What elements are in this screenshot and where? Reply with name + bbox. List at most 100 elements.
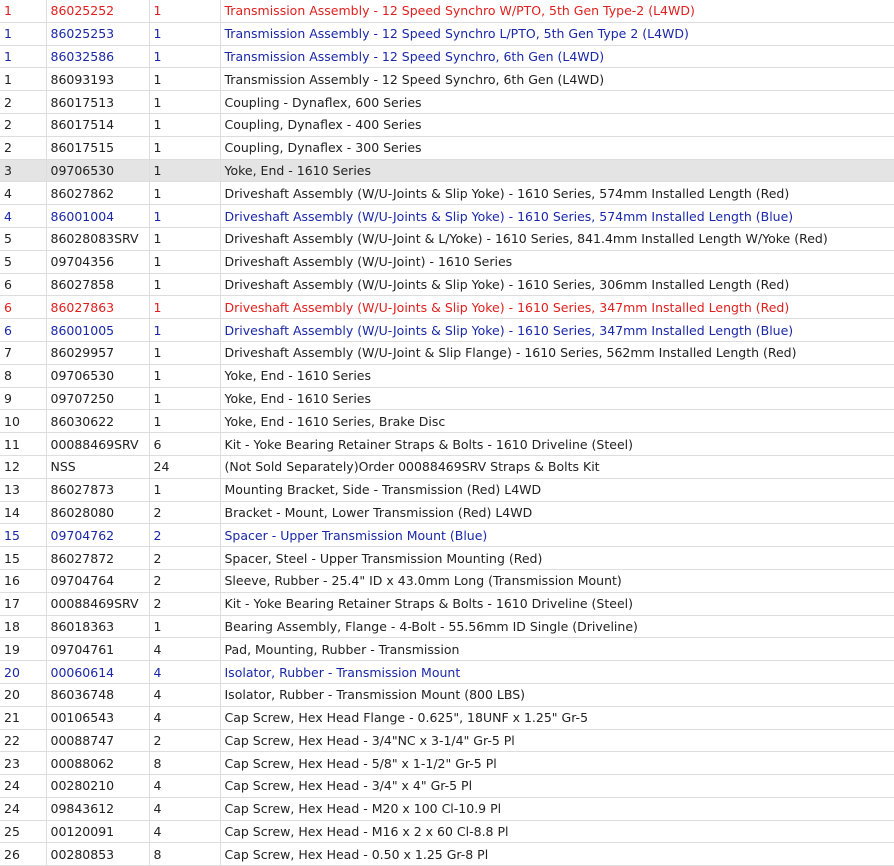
quantity-cell: 1 [149, 45, 221, 69]
item-number-cell: 15 [0, 523, 47, 548]
item-number-cell: 25 [0, 820, 47, 844]
description-cell: Coupling, Dynaflex - 400 Series [220, 113, 894, 137]
item-number-cell: 15 [0, 546, 47, 570]
table-row[interactable]: 16 09704764 2 Sleeve, Rubber - 25.4" ID x 4… [0, 569, 894, 593]
table-row[interactable]: 18 86018363 1 Bearing Assembly, Flange - 4-… [0, 615, 894, 639]
table-row[interactable]: 9 09707250 1 Yoke, End - 1610 Series [0, 387, 894, 411]
table-row[interactable]: 1 86093193 1 Transmission Assembly - 12 Spe… [0, 67, 894, 92]
part-number-cell: NSS [46, 455, 150, 479]
table-row[interactable]: 7 86029957 1 Driveshaft Assembly (W/U-Joint… [0, 341, 894, 365]
table-row[interactable]: 26 00280853 8 Cap Screw, Hex Head - 0.50 x … [0, 842, 894, 866]
table-row[interactable]: 2 86017513 1 Coupling - Dynaflex, 600 Serie… [0, 90, 894, 114]
item-number-cell: 4 [0, 204, 47, 228]
table-row[interactable]: 25 00120091 4 Cap Screw, Hex Head - M16 x 2… [0, 820, 894, 844]
description-cell: Yoke, End - 1610 Series [220, 159, 894, 183]
quantity-cell: 1 [149, 113, 221, 137]
description-cell: Pad, Mounting, Rubber - Transmission [220, 637, 894, 662]
quantity-cell: 1 [149, 387, 221, 411]
table-row[interactable]: 24 00280210 4 Cap Screw, Hex Head - 3/4" x … [0, 774, 894, 798]
table-row[interactable]: 1 86032586 1 Transmission Assembly - 12 Spe… [0, 45, 894, 69]
table-row[interactable]: 1 86025253 1 Transmission Assembly - 12 Spe… [0, 22, 894, 46]
description-cell: Driveshaft Assembly (W/U-Joint & L/Yoke)… [220, 227, 894, 251]
item-number-cell: 2 [0, 90, 47, 114]
item-number-cell: 12 [0, 455, 47, 479]
table-row[interactable]: 19 09704761 4 Pad, Mounting, Rubber - Trans… [0, 637, 894, 662]
quantity-cell: 4 [149, 797, 221, 821]
table-row[interactable]: 20 86036748 4 Isolator, Rubber - Transmissi… [0, 683, 894, 707]
table-row[interactable]: 6 86001005 1 Driveshaft Assembly (W/U-Joint… [0, 318, 894, 342]
table-row[interactable]: 4 86027862 1 Driveshaft Assembly (W/U-Joint… [0, 181, 894, 206]
part-number-cell: 86017513 [46, 90, 150, 114]
description-cell: Kit - Yoke Bearing Retainer Straps & Bol… [220, 432, 894, 456]
item-number-cell: 4 [0, 181, 47, 206]
item-number-cell: 1 [0, 67, 47, 92]
table-row[interactable]: 23 00088062 8 Cap Screw, Hex Head - 5/8" x … [0, 751, 894, 776]
part-number-cell: 86030622 [46, 409, 150, 434]
table-row[interactable]: 2 86017515 1 Coupling, Dynaflex - 300 Serie… [0, 136, 894, 160]
description-cell: Cap Screw, Hex Head Flange - 0.625", 18U… [220, 706, 894, 730]
part-number-cell: 86029957 [46, 341, 150, 365]
table-row[interactable]: 4 86001004 1 Driveshaft Assembly (W/U-Joint… [0, 204, 894, 228]
part-number-cell: 00088469SRV [46, 432, 150, 456]
description-cell: Bearing Assembly, Flange - 4-Bolt - 55.5… [220, 615, 894, 639]
item-number-cell: 23 [0, 751, 47, 776]
item-number-cell: 19 [0, 637, 47, 662]
table-row[interactable]: 17 00088469SRV 2 Kit - Yoke Bearing Retaine… [0, 592, 894, 616]
table-row[interactable]: 10 86030622 1 Yoke, End - 1610 Series, Brak… [0, 409, 894, 434]
quantity-cell: 8 [149, 751, 221, 776]
part-number-cell: 86028083SRV [46, 227, 150, 251]
description-cell: Spacer - Upper Transmission Mount (Blue) [220, 523, 894, 548]
table-row[interactable]: 8 09706530 1 Yoke, End - 1610 Series [0, 364, 894, 388]
item-number-cell: 9 [0, 387, 47, 411]
table-row[interactable]: 22 00088747 2 Cap Screw, Hex Head - 3/4"NC … [0, 729, 894, 753]
table-row[interactable]: 12 NSS 24 (Not Sold Separately)Order 000884… [0, 455, 894, 479]
quantity-cell: 1 [149, 273, 221, 297]
part-number-cell: 09707250 [46, 387, 150, 411]
quantity-cell: 1 [149, 364, 221, 388]
table-row[interactable]: 15 86027872 2 Spacer, Steel - Upper Transmi… [0, 546, 894, 570]
quantity-cell: 2 [149, 592, 221, 616]
quantity-cell: 1 [149, 0, 221, 23]
part-number-cell: 00106543 [46, 706, 150, 730]
item-number-cell: 5 [0, 250, 47, 274]
part-number-cell: 00280853 [46, 842, 150, 866]
item-number-cell: 6 [0, 273, 47, 297]
table-row[interactable]: 13 86027873 1 Mounting Bracket, Side - Tran… [0, 478, 894, 502]
item-number-cell: 2 [0, 113, 47, 137]
quantity-cell: 1 [149, 159, 221, 183]
description-cell: Driveshaft Assembly (W/U-Joint & Slip Fl… [220, 341, 894, 365]
table-row[interactable]: 24 09843612 4 Cap Screw, Hex Head - M20 x 1… [0, 797, 894, 821]
table-row[interactable]: 14 86028080 2 Bracket - Mount, Lower Transm… [0, 501, 894, 525]
table-row[interactable]: 20 00060614 4 Isolator, Rubber - Transmissi… [0, 660, 894, 684]
item-number-cell: 24 [0, 797, 47, 821]
part-number-cell: 86025252 [46, 0, 150, 23]
item-number-cell: 1 [0, 45, 47, 69]
description-cell: Transmission Assembly - 12 Speed Synchro… [220, 67, 894, 92]
item-number-cell: 24 [0, 774, 47, 798]
table-row[interactable]: 5 86028083SRV 1 Driveshaft Assembly (W/U-Jo… [0, 227, 894, 251]
quantity-cell: 1 [149, 615, 221, 639]
description-cell: Coupling, Dynaflex - 300 Series [220, 136, 894, 160]
table-row[interactable]: 3 09706530 1 Yoke, End - 1610 Series [0, 159, 894, 183]
item-number-cell: 14 [0, 501, 47, 525]
table-row[interactable]: 11 00088469SRV 6 Kit - Yoke Bearing Retaine… [0, 432, 894, 456]
table-row[interactable]: 2 86017514 1 Coupling, Dynaflex - 400 Serie… [0, 113, 894, 137]
quantity-cell: 1 [149, 295, 221, 320]
table-row[interactable]: 6 86027863 1 Driveshaft Assembly (W/U-Joint… [0, 295, 894, 320]
part-number-cell: 00088747 [46, 729, 150, 753]
part-number-cell: 09704761 [46, 637, 150, 662]
quantity-cell: 1 [149, 22, 221, 46]
table-row[interactable]: 5 09704356 1 Driveshaft Assembly (W/U-Joint… [0, 250, 894, 274]
item-number-cell: 7 [0, 341, 47, 365]
table-row[interactable]: 1 86025252 1 Transmission Assembly - 12 Spe… [0, 0, 894, 23]
quantity-cell: 4 [149, 683, 221, 707]
table-row[interactable]: 21 00106543 4 Cap Screw, Hex Head Flange - … [0, 706, 894, 730]
description-cell: Yoke, End - 1610 Series [220, 364, 894, 388]
description-cell: Driveshaft Assembly (W/U-Joint) - 1610 S… [220, 250, 894, 274]
table-row[interactable]: 6 86027858 1 Driveshaft Assembly (W/U-Joint… [0, 273, 894, 297]
description-cell: Mounting Bracket, Side - Transmission (R… [220, 478, 894, 502]
table-row[interactable]: 15 09704762 2 Spacer - Upper Transmission M… [0, 523, 894, 548]
item-number-cell: 13 [0, 478, 47, 502]
quantity-cell: 4 [149, 637, 221, 662]
item-number-cell: 2 [0, 136, 47, 160]
